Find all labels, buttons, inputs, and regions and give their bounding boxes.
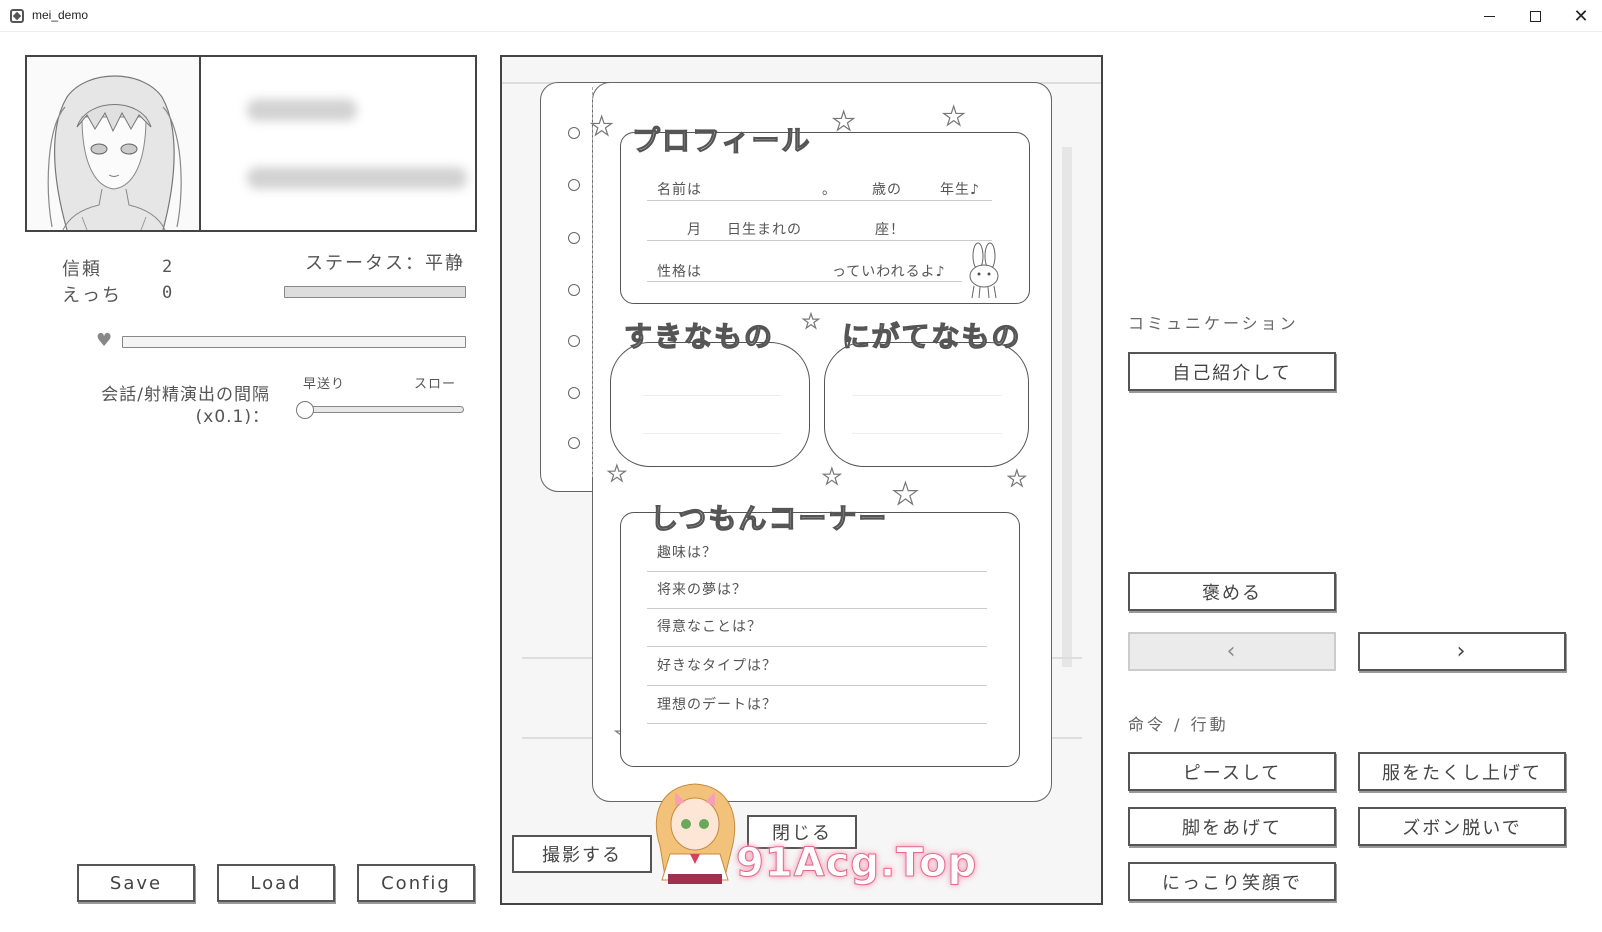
interval-label-line2: (x0.1)： — [195, 407, 270, 427]
question-item: 好きなタイプは？ — [657, 658, 777, 674]
character-portrait — [27, 57, 201, 230]
prev-page-button[interactable]: ‹ — [1128, 632, 1336, 671]
peace-sign-button[interactable]: ピースして — [1128, 752, 1336, 791]
profile-title-text: プロフィール — [631, 123, 812, 157]
binder-ring — [568, 335, 580, 347]
questions-title: しつもんコーナー — [649, 497, 889, 537]
pants-off-button[interactable]: ズボン脱いで — [1358, 807, 1566, 846]
mascot-image — [655, 783, 736, 884]
self-intro-button[interactable]: 自己紹介して — [1128, 352, 1336, 391]
trust-label: 信頼 — [62, 259, 102, 280]
question-item: 趣味は？ — [657, 545, 717, 561]
app-icon — [10, 9, 24, 23]
interval-label: 会話/射精演出の間隔 (x0.1)： — [80, 384, 270, 428]
next-page-button[interactable]: › — [1358, 632, 1566, 671]
minimize-icon — [1483, 15, 1495, 17]
config-button[interactable]: Config — [357, 864, 475, 902]
dislikes-title: にがてなもの — [841, 315, 1022, 355]
close-window-button[interactable]: ✕ — [1558, 0, 1602, 32]
grade-suffix: 年生♪ — [940, 182, 980, 198]
binder-ring — [568, 387, 580, 399]
binder-ring — [568, 437, 580, 449]
binder-ring — [568, 284, 580, 296]
likes-title: すきなもの — [623, 315, 775, 355]
command-section-label: 命令 / 行動 — [1128, 715, 1229, 734]
interval-label-line1: 会話/射精演出の間隔 — [101, 385, 270, 405]
likes-frame — [610, 342, 810, 467]
lift-clothes-button[interactable]: 服をたくし上げて — [1358, 752, 1566, 791]
save-button[interactable]: Save — [77, 864, 195, 902]
ecchi-label: えっち — [62, 285, 122, 306]
profile-title: プロフィール — [631, 119, 812, 159]
binder-ring — [568, 232, 580, 244]
binder-ring — [568, 179, 580, 191]
birthday-label: 日生まれの — [727, 222, 802, 238]
dislikes-title-text: にがてなもの — [841, 319, 1022, 353]
ecchi-value: 0 — [162, 283, 173, 303]
question-item: 得意なことは？ — [657, 619, 762, 635]
star-decoration-icon: ★ — [589, 111, 614, 142]
minimize-button[interactable] — [1466, 0, 1512, 32]
maximize-icon — [1529, 10, 1541, 22]
star-decoration-icon: ★ — [891, 476, 919, 512]
star-decoration-icon: ★ — [821, 464, 842, 490]
trust-value: 2 — [162, 257, 173, 277]
maximize-button[interactable] — [1512, 0, 1558, 32]
character-name-blurred — [225, 57, 475, 230]
question-item: 将来の夢は？ — [657, 582, 747, 598]
age-suffix: 歳の — [872, 182, 902, 198]
raise-legs-button[interactable]: 脚をあげて — [1128, 807, 1336, 846]
slow-label: スロー — [414, 377, 457, 392]
star-decoration-icon: ★ — [941, 101, 966, 132]
binder-ring — [568, 127, 580, 139]
character-card — [25, 55, 477, 232]
personality-suffix: っていわれるよ♪ — [832, 264, 946, 280]
window-titlebar: mei_demo ✕ — [0, 0, 1602, 32]
interval-slider-knob[interactable] — [296, 401, 314, 419]
status-bar — [284, 286, 466, 298]
star-decoration-icon: ★ — [801, 308, 820, 333]
name-prefix: 名前は — [657, 182, 702, 198]
affection-bar — [122, 336, 466, 348]
heart-icon: ♥ — [96, 330, 113, 351]
name-dot: 。 — [822, 182, 837, 198]
star-decoration-icon: ★ — [606, 461, 627, 487]
profile-notebook-stage: ★ ★ ★ ★ ★ ★ ★ ★ ★ ★ ♡ プロフィール 名前は 。 歳の 年生… — [500, 55, 1103, 905]
communication-section-label: コミュニケーション — [1128, 314, 1299, 333]
load-button[interactable]: Load — [217, 864, 335, 902]
status-text: ステータス：平静 — [305, 253, 465, 274]
watermark-text: 91Acg.Top — [735, 840, 978, 887]
sign-label: 座！ — [875, 222, 905, 238]
smile-button[interactable]: にっこり笑顔で — [1128, 862, 1336, 901]
praise-button[interactable]: 褒める — [1128, 572, 1336, 611]
likes-title-text: すきなもの — [623, 319, 775, 353]
interval-slider-track[interactable] — [302, 406, 464, 413]
take-photo-button[interactable]: 撮影する — [512, 835, 652, 873]
window-title: mei_demo — [32, 8, 89, 22]
character-sketch — [47, 75, 182, 230]
questions-title-text: しつもんコーナー — [649, 501, 889, 535]
month-label: 月 — [687, 222, 702, 238]
bunny-icon — [969, 242, 999, 299]
dislikes-frame — [824, 342, 1029, 467]
star-decoration-icon: ★ — [1006, 466, 1027, 492]
personality-prefix: 性格は — [657, 264, 702, 280]
fast-label: 早送り — [303, 377, 346, 392]
question-item: 理想のデートは？ — [657, 697, 777, 713]
